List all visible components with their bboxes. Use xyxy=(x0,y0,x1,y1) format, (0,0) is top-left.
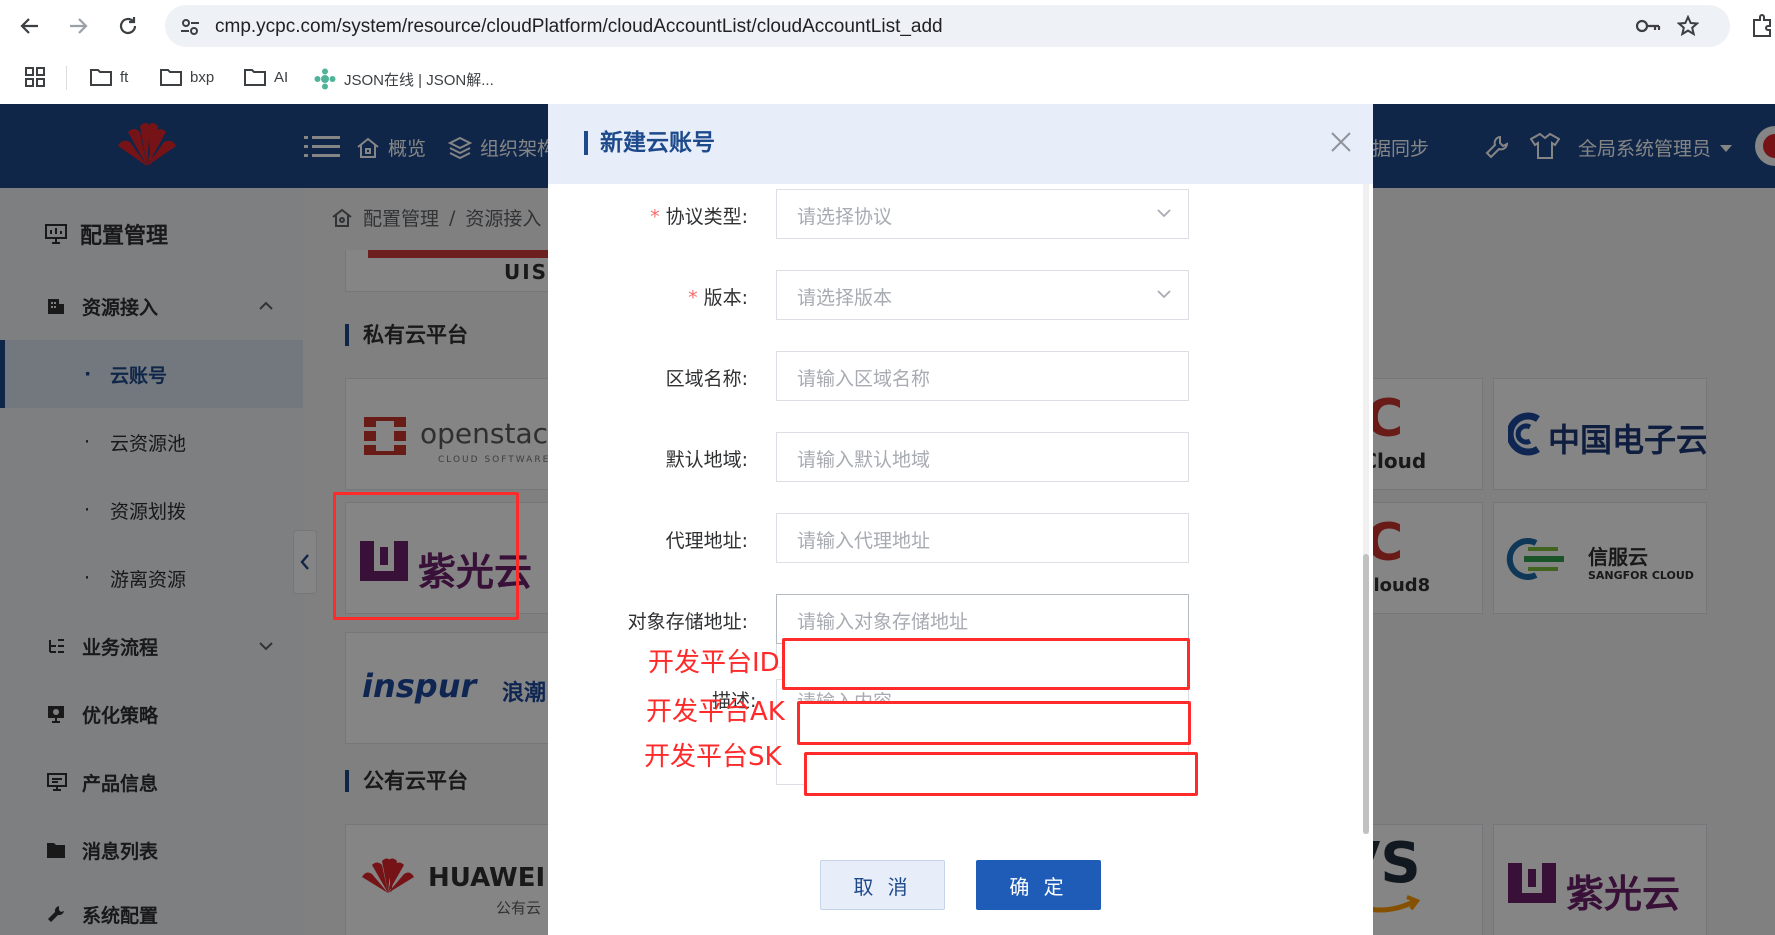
field-label: 默认地域: xyxy=(665,449,748,471)
field-label: 对象存储地址: xyxy=(627,611,748,633)
form-row-object-storage: 对象存储地址: 请输入对象存储地址 xyxy=(548,594,1373,644)
scrollbar-thumb[interactable] xyxy=(1363,554,1369,834)
new-cloud-account-dialog: 新建云账号 * 协议类型: 请选择协议 * 版本: 请选择版本 区域名称: 请输入区… xyxy=(548,104,1373,935)
confirm-button[interactable]: 确 定 xyxy=(976,860,1101,910)
annotation-label-platform-ak: 开发平台AK xyxy=(646,697,785,727)
star-icon[interactable] xyxy=(1677,15,1699,37)
field-label: * 协议类型: xyxy=(650,206,748,228)
bookmark-ft[interactable]: ft xyxy=(90,68,128,86)
version-select[interactable]: 请选择版本 xyxy=(776,270,1189,320)
bookmarks-bar: ft bxp AI JSON在线 | JSON解... xyxy=(0,54,1775,102)
bookmark-label: bxp xyxy=(190,68,215,86)
bookmark-ai[interactable]: AI xyxy=(244,68,288,86)
field-label: 代理地址: xyxy=(665,530,748,552)
close-icon[interactable] xyxy=(1329,130,1353,154)
bookmark-json[interactable]: JSON在线 | JSON解... xyxy=(314,68,494,90)
reload-icon xyxy=(119,17,137,35)
bookmark-label: ft xyxy=(120,68,129,86)
annotation-box-platform-ak[interactable] xyxy=(797,701,1191,745)
url-text[interactable]: cmp.ycpc.com/system/resource/cloudPlatfo… xyxy=(215,16,943,38)
json-site-icon xyxy=(314,68,336,90)
extensions-icon[interactable] xyxy=(1752,14,1774,38)
form-row-region-name: 区域名称: 请输入区域名称 xyxy=(548,351,1373,401)
annotation-box-unisyue xyxy=(333,492,519,620)
bookmark-bxp[interactable]: bxp xyxy=(160,68,214,86)
input-placeholder: 请输入对象存储地址 xyxy=(797,611,969,633)
site-settings-icon[interactable] xyxy=(179,16,201,38)
form-row-proxy: 代理地址: 请输入代理地址 xyxy=(548,513,1373,563)
object-storage-input[interactable]: 请输入对象存储地址 xyxy=(776,594,1189,644)
key-icon[interactable] xyxy=(1635,15,1661,37)
input-placeholder: 请输入区域名称 xyxy=(797,368,931,390)
forward-button[interactable] xyxy=(62,10,94,42)
arrow-right-icon xyxy=(70,18,88,34)
annotation-box-platform-id[interactable] xyxy=(782,638,1190,690)
dialog-title: 新建云账号 xyxy=(584,131,715,155)
form-row-protocol: * 协议类型: 请选择协议 xyxy=(548,189,1373,239)
folder-icon xyxy=(244,69,266,86)
dialog-scrollbar[interactable] xyxy=(1363,184,1369,834)
field-label: * 版本: xyxy=(688,287,748,309)
annotation-label-platform-sk: 开发平台SK xyxy=(644,742,782,772)
input-placeholder: 请输入默认地域 xyxy=(797,449,931,471)
bookmarks-divider xyxy=(66,66,67,90)
chevron-down-icon xyxy=(1157,209,1171,218)
input-placeholder: 请输入代理地址 xyxy=(797,530,931,552)
reload-button[interactable] xyxy=(112,10,144,42)
browser-toolbar: cmp.ycpc.com/system/resource/cloudPlatfo… xyxy=(0,0,1775,52)
annotation-label-platform-id: 开发平台ID xyxy=(648,648,780,678)
apps-grid-icon[interactable] xyxy=(24,66,46,88)
bookmark-label: AI xyxy=(274,68,289,86)
dialog-header: 新建云账号 xyxy=(548,104,1373,184)
address-bar[interactable]: cmp.ycpc.com/system/resource/cloudPlatfo… xyxy=(165,5,1730,47)
back-button[interactable] xyxy=(14,10,46,42)
region-name-input[interactable]: 请输入区域名称 xyxy=(776,351,1189,401)
field-label: 区域名称: xyxy=(665,368,748,390)
chevron-down-icon xyxy=(1157,290,1171,299)
arrow-left-icon xyxy=(20,18,38,34)
annotation-box-platform-sk[interactable] xyxy=(804,752,1198,796)
folder-icon xyxy=(160,69,182,86)
folder-icon xyxy=(90,69,112,86)
protocol-select[interactable]: 请选择协议 xyxy=(776,189,1189,239)
proxy-address-input[interactable]: 请输入代理地址 xyxy=(776,513,1189,563)
bookmark-label: JSON在线 | JSON解... xyxy=(344,71,494,89)
cancel-button[interactable]: 取 消 xyxy=(820,860,945,910)
form-row-default-region: 默认地域: 请输入默认地域 xyxy=(548,432,1373,482)
form-row-version: * 版本: 请选择版本 xyxy=(548,270,1373,320)
select-placeholder: 请选择版本 xyxy=(797,287,893,309)
select-placeholder: 请选择协议 xyxy=(797,206,893,228)
default-region-input[interactable]: 请输入默认地域 xyxy=(776,432,1189,482)
